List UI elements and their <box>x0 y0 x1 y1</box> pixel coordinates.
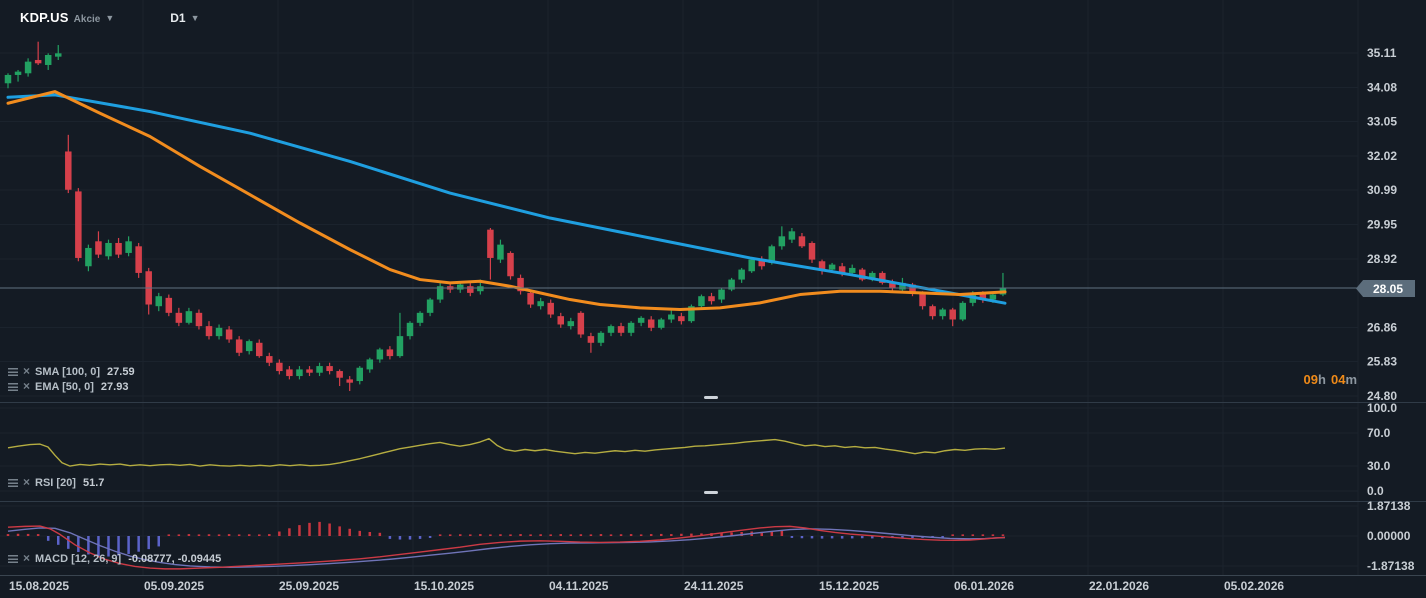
indicator-legend-sma: × SMA [100, 0] 27.59 <box>8 366 135 378</box>
axis-label: 33.05 <box>1367 115 1397 129</box>
indicator-properties-icon[interactable] <box>8 383 18 391</box>
symbol-selector[interactable]: KDP.US Akcie ▼ <box>20 10 114 25</box>
axis-label: 0.00000 <box>1367 529 1411 543</box>
current-price-value: 28.05 <box>1373 282 1403 296</box>
axis-label: 06.01.2026 <box>954 579 1014 593</box>
indicator-legend-ema: × EMA [50, 0] 27.93 <box>8 381 128 393</box>
axis-label: 15.08.2025 <box>9 579 69 593</box>
indicator-properties-icon[interactable] <box>8 368 18 376</box>
axis-label: 15.10.2025 <box>414 579 474 593</box>
timeframe-selector[interactable]: D1 ▼ <box>170 11 199 25</box>
axis-label: 30.0 <box>1367 459 1391 473</box>
chart-header: KDP.US Akcie ▼ D1 ▼ <box>20 10 200 25</box>
axis-label: 15.12.2025 <box>819 579 879 593</box>
axis-label: -1.87138 <box>1367 559 1415 573</box>
symbol-label: KDP.US <box>20 10 69 25</box>
indicator-legend-rsi: × RSI [20] 51.7 <box>8 477 104 489</box>
axis-label: 26.86 <box>1367 320 1397 334</box>
chevron-down-icon: ▼ <box>191 13 200 23</box>
indicator-remove-icon[interactable]: × <box>23 478 30 486</box>
rsi-label: RSI [20] <box>35 477 76 489</box>
indicator-legend-macd: × MACD [12, 26, 9] -0.08777, -0.09445 <box>8 553 221 565</box>
sma-value: 27.59 <box>107 366 135 378</box>
axis-label: 04.11.2025 <box>549 579 609 593</box>
indicator-remove-icon[interactable]: × <box>23 367 30 375</box>
indicator-properties-icon[interactable] <box>8 555 18 563</box>
axis-label: 29.95 <box>1367 218 1397 232</box>
candle-countdown-timer: 09h04m <box>1304 372 1357 387</box>
axis-label: 25.09.2025 <box>279 579 339 593</box>
axis-label: 05.09.2025 <box>144 579 204 593</box>
rsi-value: 51.7 <box>83 477 104 489</box>
axis-label: 0.0 <box>1367 484 1384 498</box>
pane-resize-handle[interactable] <box>704 491 718 494</box>
macd-value: -0.08777, -0.09445 <box>128 553 221 565</box>
axis-label: 24.11.2025 <box>684 579 744 593</box>
axis-label: 1.87138 <box>1367 499 1411 513</box>
axis-label: 35.11 <box>1367 46 1397 60</box>
indicator-remove-icon[interactable]: × <box>23 554 30 562</box>
axis-label: 34.08 <box>1367 80 1397 94</box>
axis-label: 70.0 <box>1367 426 1391 440</box>
indicator-properties-icon[interactable] <box>8 479 18 487</box>
pane-resize-handle[interactable] <box>704 396 718 399</box>
axis-label: 22.01.2026 <box>1089 579 1149 593</box>
current-price-tag: 28.05 <box>1356 280 1415 297</box>
trading-app: 35.11 34.08 33.05 32.02 30.99 29.95 28.92 26.86… <box>0 0 1426 598</box>
axis-label: 32.02 <box>1367 149 1397 163</box>
chevron-down-icon: ▼ <box>105 13 114 23</box>
countdown-hours: 09 <box>1304 372 1318 387</box>
ema-value: 27.93 <box>101 381 129 393</box>
timeframe-label: D1 <box>170 11 185 25</box>
market-type-label: Akcie <box>74 14 101 25</box>
price-chart-canvas[interactable]: 35.11 34.08 33.05 32.02 30.99 29.95 28.92 26.86… <box>0 0 1426 598</box>
countdown-minutes: 04 <box>1331 372 1345 387</box>
axis-label: 05.02.2026 <box>1224 579 1284 593</box>
axis-label: 100.0 <box>1367 401 1397 415</box>
macd-label: MACD [12, 26, 9] <box>35 553 121 565</box>
ema-label: EMA [50, 0] <box>35 381 94 393</box>
indicator-remove-icon[interactable]: × <box>23 382 30 390</box>
axis-label: 30.99 <box>1367 183 1397 197</box>
sma-label: SMA [100, 0] <box>35 366 100 378</box>
axis-label: 25.83 <box>1367 355 1397 369</box>
axis-label: 28.92 <box>1367 252 1397 266</box>
